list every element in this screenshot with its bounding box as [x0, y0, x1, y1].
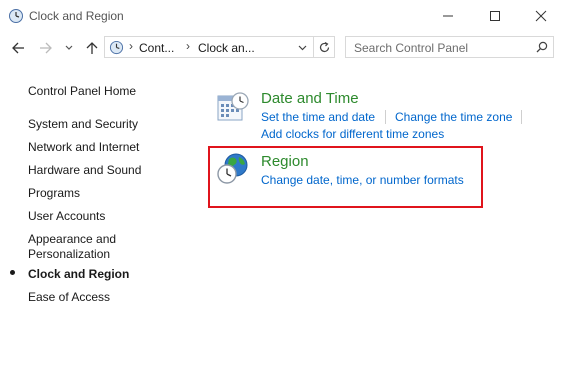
forward-button[interactable] — [36, 37, 56, 59]
calendar-clock-icon[interactable] — [216, 91, 250, 125]
minimize-icon — [443, 15, 453, 17]
breadcrumb-separator-icon: › — [129, 39, 133, 53]
maximize-icon — [490, 11, 500, 21]
recent-locations-button[interactable] — [62, 37, 76, 59]
chevron-down-icon — [65, 45, 73, 50]
sidebar-item-system-and-security[interactable]: System and Security — [28, 117, 138, 132]
sidebar-item-hardware-and-sound[interactable]: Hardware and Sound — [28, 163, 141, 178]
close-icon — [535, 10, 547, 22]
sidebar-item-ease-of-access[interactable]: Ease of Access — [28, 290, 110, 305]
current-page-bullet — [10, 270, 15, 275]
window-title: Clock and Region — [29, 9, 124, 23]
close-button[interactable] — [518, 0, 563, 32]
address-box[interactable]: › Cont... › Clock an... — [104, 36, 335, 58]
breadcrumb-separator-icon: › — [186, 39, 190, 53]
task-separator — [385, 110, 386, 124]
forward-arrow-icon — [40, 42, 52, 54]
divider — [313, 37, 314, 57]
sidebar-item-network-and-internet[interactable]: Network and Internet — [28, 140, 139, 155]
breadcrumb-control-panel[interactable]: Cont... — [139, 41, 174, 55]
back-arrow-icon — [12, 42, 24, 54]
region-highlight-box — [208, 146, 483, 208]
maximize-button[interactable] — [472, 0, 518, 32]
task-set-time-and-date[interactable]: Set the time and date — [261, 110, 375, 124]
up-button[interactable] — [82, 37, 102, 59]
sidebar-item-control-panel-home[interactable]: Control Panel Home — [28, 84, 136, 99]
back-button[interactable] — [8, 37, 28, 59]
up-arrow-icon — [86, 42, 98, 54]
chevron-down-icon[interactable] — [298, 45, 307, 51]
task-separator — [521, 110, 522, 124]
sidebar-item-programs[interactable]: Programs — [28, 186, 80, 201]
title-bar: Clock and Region — [0, 0, 563, 32]
breadcrumb-clock-and-region[interactable]: Clock an... — [198, 41, 255, 55]
refresh-icon[interactable] — [318, 41, 331, 54]
task-add-clocks[interactable]: Add clocks for different time zones — [261, 127, 444, 141]
task-change-time-zone[interactable]: Change the time zone — [395, 110, 512, 124]
search-box[interactable]: Search Control Panel — [345, 36, 554, 58]
category-title-date-and-time[interactable]: Date and Time — [261, 90, 359, 107]
minimize-button[interactable] — [425, 0, 471, 32]
sidebar-item-appearance-and-personalization[interactable]: Appearance and — [28, 232, 116, 247]
sidebar-item-clock-and-region[interactable]: Clock and Region — [28, 267, 129, 282]
control-panel-icon — [9, 9, 23, 23]
sidebar-item-appearance-and-personalization-line2[interactable]: Personalization — [28, 247, 110, 262]
sidebar-item-user-accounts[interactable]: User Accounts — [28, 209, 105, 224]
control-panel-icon — [109, 40, 124, 55]
search-input[interactable]: Search Control Panel — [354, 41, 468, 55]
search-icon[interactable] — [536, 41, 548, 53]
